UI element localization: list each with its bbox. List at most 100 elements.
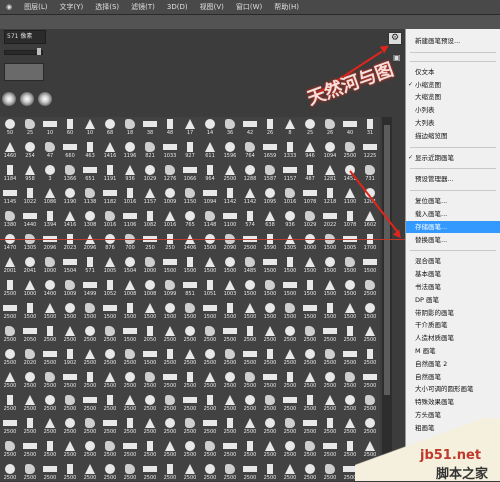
brush-preset[interactable]: 2500 (180, 439, 200, 463)
brush-preset[interactable]: 60 (60, 117, 80, 141)
menubar-item[interactable]: 图层(L) (18, 2, 53, 12)
brush-preset[interactable]: 964 (200, 163, 220, 187)
brush-preset[interactable]: 2500 (360, 278, 380, 302)
brush-preset[interactable]: 1078 (340, 209, 360, 233)
brush-preset[interactable]: 1148 (200, 209, 220, 233)
brush-preset[interactable]: 731 (360, 163, 380, 187)
brush-preset[interactable]: 2500 (220, 416, 240, 440)
brush-preset[interactable]: 2096 (40, 232, 60, 256)
brush-preset[interactable]: 1500 (160, 255, 180, 279)
brush-preset[interactable]: 2500 (280, 347, 300, 371)
brush-preset[interactable]: 1451 (340, 163, 360, 187)
brush-preset[interactable]: 1470 (0, 232, 20, 256)
brush-preset[interactable]: 1100 (340, 186, 360, 210)
brush-preset[interactable]: 2500 (260, 324, 280, 348)
brush-preset[interactable]: 2500 (300, 393, 320, 417)
brush-preset[interactable]: 1500 (120, 324, 140, 348)
brush-preset[interactable]: 2500 (220, 462, 240, 481)
brush-preset[interactable]: 31 (360, 117, 380, 141)
menubar-item[interactable]: 视图(V) (194, 2, 230, 12)
brush-preset[interactable]: 1157 (140, 186, 160, 210)
brush-preset[interactable]: 1504 (60, 255, 80, 279)
brush-preset[interactable]: 1416 (60, 209, 80, 233)
brush-preset[interactable]: 1500 (320, 232, 340, 256)
brush-preset[interactable]: 1196 (120, 140, 140, 164)
brush-preset[interactable]: 2500 (240, 393, 260, 417)
brush-preset[interactable]: 2500 (300, 347, 320, 371)
brush-preset[interactable]: 946 (300, 140, 320, 164)
brush-preset[interactable]: 2500 (80, 393, 100, 417)
brush-preset[interactable]: 2500 (260, 439, 280, 463)
brush-preset[interactable]: 1500 (180, 301, 200, 325)
brush-preset[interactable]: 1094 (320, 140, 340, 164)
brush-preset[interactable]: 1145 (0, 186, 20, 210)
brush-preset[interactable]: 1051 (200, 278, 220, 302)
brush-preset[interactable]: 2022 (320, 209, 340, 233)
brush-preset[interactable]: 2500 (360, 347, 380, 371)
brush-preset[interactable]: 1009 (60, 278, 80, 302)
brush-preset[interactable]: 1000 (20, 278, 40, 302)
brush-preset[interactable]: 1008 (120, 278, 140, 302)
menu-item[interactable]: ✓ 小缩览图 (406, 79, 500, 91)
brush-preset[interactable]: 8 (280, 117, 300, 141)
brush-preset[interactable]: 2500 (200, 462, 220, 481)
brush-preset[interactable]: 1009 (160, 186, 180, 210)
brush-preset[interactable]: 1157 (280, 163, 300, 187)
brush-preset[interactable]: 2500 (80, 462, 100, 481)
brush-preset[interactable]: 1500 (320, 301, 340, 325)
brush-preset[interactable]: 2500 (220, 370, 240, 394)
new-preset-icon[interactable]: ▣ (393, 53, 402, 62)
brush-preset[interactable]: 2500 (0, 347, 20, 371)
brush-preset[interactable]: 2500 (40, 416, 60, 440)
brush-preset[interactable]: 2500 (160, 416, 180, 440)
brush-preset[interactable]: 1500 (100, 301, 120, 325)
brush-preset[interactable]: 2500 (140, 439, 160, 463)
brush-preset[interactable]: 571 (80, 255, 100, 279)
brush-preset[interactable]: 2500 (180, 370, 200, 394)
brush-preset[interactable]: 1406 (180, 232, 200, 256)
brush-preset[interactable]: 2041 (20, 255, 40, 279)
brush-preset[interactable]: 1500 (320, 255, 340, 279)
menu-item[interactable]: ✓ 显示近期画笔 (406, 152, 500, 164)
brush-preset[interactable]: 2500 (80, 416, 100, 440)
brush-preset[interactable]: 1005 (100, 255, 120, 279)
menu-item[interactable]: 带阴影的画笔 (406, 307, 500, 319)
brush-preset[interactable]: 851 (180, 278, 200, 302)
brush-preset[interactable]: 821 (140, 140, 160, 164)
brush-preset[interactable]: 2500 (240, 416, 260, 440)
brush-preset[interactable]: 2090 (220, 232, 240, 256)
brush-preset[interactable]: 1005 (340, 232, 360, 256)
brush-preset[interactable]: 2500 (200, 393, 220, 417)
brush-preset[interactable]: 1902 (60, 347, 80, 371)
brush-preset[interactable]: 1016 (120, 186, 140, 210)
brush-preset[interactable]: 1500 (340, 278, 360, 302)
brush-preset[interactable]: 1016 (160, 209, 180, 233)
brush-preset[interactable]: 1500 (260, 255, 280, 279)
brush-preset[interactable]: 1500 (40, 301, 60, 325)
brush-preset[interactable]: 25 (300, 117, 320, 141)
brush-preset[interactable]: 26 (260, 117, 280, 141)
brush-preset[interactable]: 1016 (100, 209, 120, 233)
brush-preset[interactable]: 1000 (300, 232, 320, 256)
brush-preset[interactable]: 1500 (340, 255, 360, 279)
brush-preset[interactable]: 1500 (340, 301, 360, 325)
brush-preset[interactable]: 574 (240, 209, 260, 233)
brush-preset[interactable]: 2500 (120, 439, 140, 463)
brush-preset[interactable]: 1500 (260, 278, 280, 302)
brush-preset[interactable]: 18 (120, 117, 140, 141)
brush-preset[interactable]: 2500 (60, 462, 80, 481)
menubar-item[interactable]: 选择(S) (89, 2, 125, 12)
brush-preset[interactable]: 1033 (160, 140, 180, 164)
brush-preset[interactable]: 2500 (40, 439, 60, 463)
brush-preset[interactable]: 2500 (20, 439, 40, 463)
brush-preset[interactable]: 1500 (300, 278, 320, 302)
brush-preset[interactable]: 1499 (80, 278, 100, 302)
brush-preset[interactable]: 1082 (140, 209, 160, 233)
brush-preset[interactable]: 1460 (0, 140, 20, 164)
brush-preset[interactable]: 68 (100, 117, 120, 141)
brush-preset[interactable]: 1500 (360, 301, 380, 325)
brush-preset[interactable]: 1500 (140, 301, 160, 325)
brush-preset[interactable]: 1066 (180, 163, 200, 187)
brush-preset[interactable]: 2500 (240, 462, 260, 481)
brush-preset[interactable]: 1500 (140, 347, 160, 371)
